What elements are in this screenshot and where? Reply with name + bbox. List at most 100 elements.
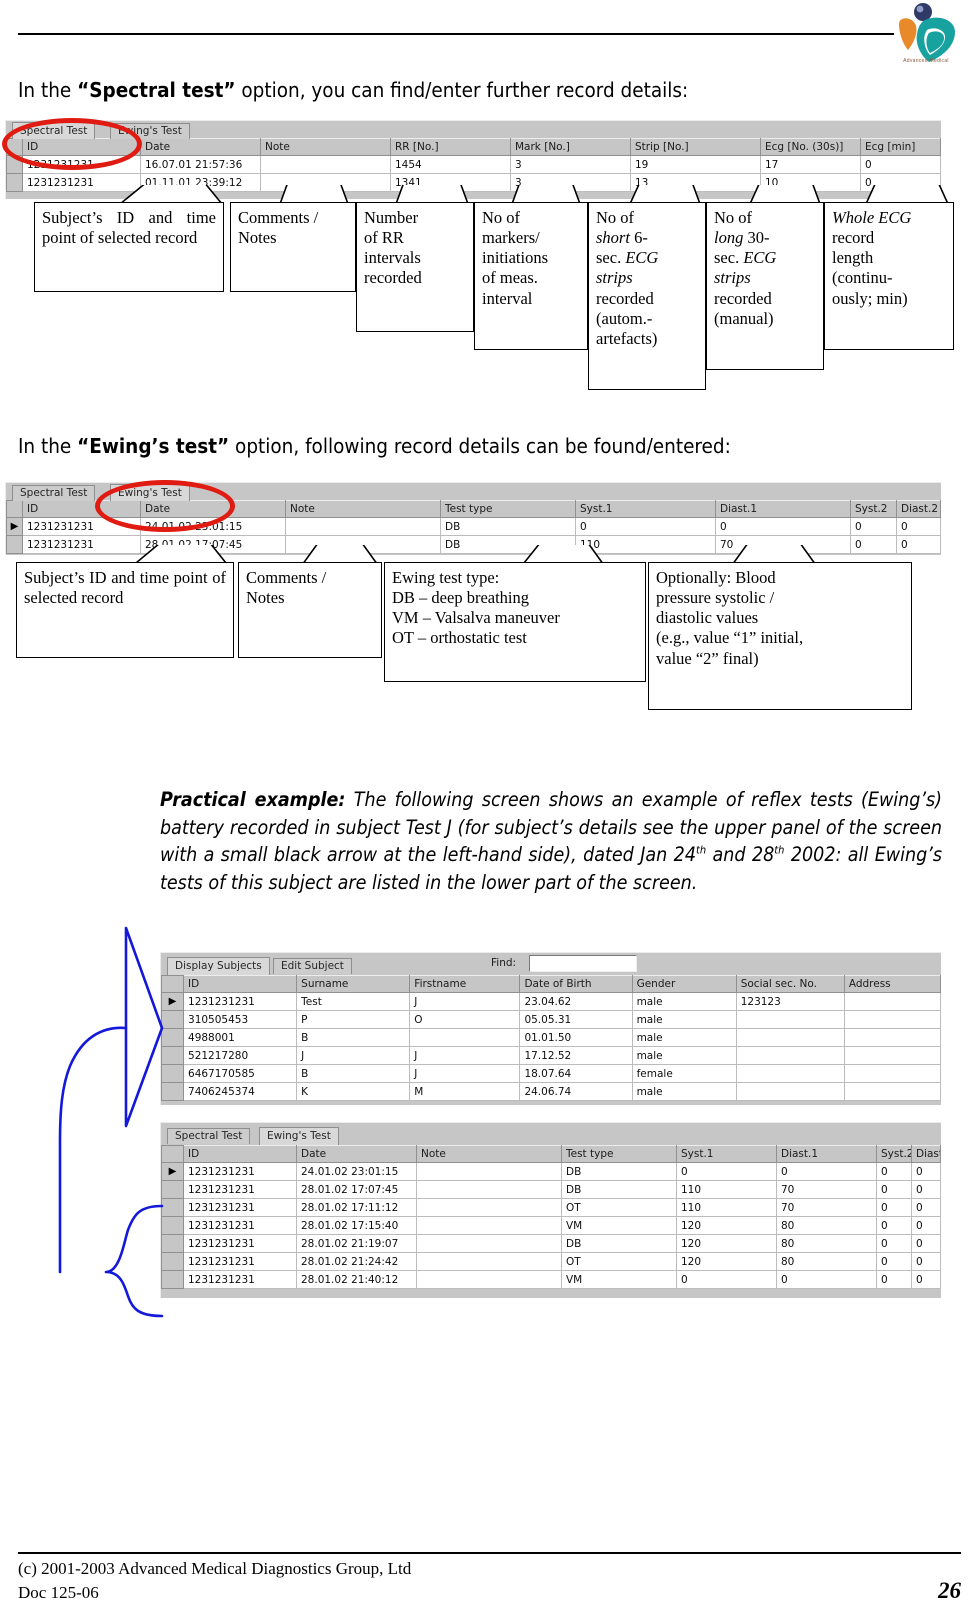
col-note[interactable]: Note (260, 138, 391, 156)
cell-dob[interactable]: 23.04.62 (519, 992, 633, 1011)
cell-id[interactable]: 1231231231 (183, 1234, 297, 1253)
cell-syst2[interactable]: 0 (850, 517, 897, 536)
cell-surname[interactable]: Test (296, 992, 411, 1011)
row-selector[interactable] (161, 1082, 185, 1101)
cell-ssn[interactable] (735, 1082, 845, 1101)
col-id[interactable]: ID (183, 1145, 297, 1163)
cell-id[interactable]: 1231231231 (22, 535, 141, 554)
cell-date[interactable]: 28.01.02 21:40:12 (296, 1270, 417, 1289)
cell-rr[interactable]: 1454 (390, 155, 511, 174)
cell-note[interactable] (285, 535, 441, 554)
cell-diast1[interactable]: 70 (715, 535, 851, 554)
cell-firstname[interactable]: J (409, 1046, 521, 1065)
cell-note[interactable] (260, 155, 391, 174)
cell-id[interactable]: 7406245374 (183, 1082, 298, 1101)
tab-display-subjects[interactable]: Display Subjects (167, 957, 270, 975)
cell-mark[interactable]: 3 (510, 155, 631, 174)
col-firstname[interactable]: Firstname (409, 975, 521, 993)
cell-diast1[interactable]: 70 (776, 1180, 877, 1199)
cell-gender[interactable]: female (631, 1064, 737, 1083)
cell-address[interactable] (843, 1082, 941, 1101)
cell-syst2[interactable]: 0 (876, 1252, 912, 1271)
cell-syst2[interactable]: 0 (850, 535, 897, 554)
cell-id[interactable]: 1231231231 (183, 1270, 297, 1289)
row-selector[interactable] (161, 1198, 184, 1217)
cell-syst1[interactable]: 0 (676, 1270, 777, 1289)
table-row[interactable]: 1231231231 28.01.02 17:11:12 OT 110 70 0… (161, 1198, 941, 1217)
cell-date[interactable]: 24.01.02 23:01:15 (296, 1162, 417, 1181)
tests-grid[interactable]: ID Date Note Test type Syst.1 Diast.1 Sy… (161, 1145, 941, 1289)
col-syst1[interactable]: Syst.1 (575, 500, 716, 518)
cell-address[interactable] (843, 1028, 941, 1047)
table-row[interactable]: 310505453 P O 05.05.31 male (161, 1010, 941, 1029)
cell-diast1[interactable]: 80 (776, 1252, 877, 1271)
cell-surname[interactable]: B (296, 1028, 411, 1047)
cell-gender[interactable]: male (631, 1082, 737, 1101)
cell-gender[interactable]: male (631, 1010, 737, 1029)
row-selector[interactable] (6, 173, 23, 192)
table-row[interactable]: 1231231231 01.11.01 23:39:12 1341 3 13 1… (6, 173, 941, 192)
cell-ecg-min[interactable]: 0 (860, 173, 941, 192)
cell-syst2[interactable]: 0 (876, 1234, 912, 1253)
col-test-type[interactable]: Test type (561, 1145, 677, 1163)
cell-diast2[interactable]: 0 (911, 1162, 941, 1181)
cell-syst1[interactable]: 120 (676, 1234, 777, 1253)
col-surname[interactable]: Surname (296, 975, 411, 993)
cell-date[interactable]: 28.01.02 17:11:12 (296, 1198, 417, 1217)
table-row[interactable]: 1231231231 28.01.02 21:19:07 DB 120 80 0… (161, 1234, 941, 1253)
cell-dob[interactable]: 17.12.52 (519, 1046, 633, 1065)
col-ecg-no[interactable]: Ecg [No. (30s)] (760, 138, 861, 156)
row-selector[interactable] (161, 1046, 185, 1065)
cell-gender[interactable]: male (631, 1028, 737, 1047)
cell-test-type[interactable]: DB (561, 1234, 677, 1253)
cell-strip[interactable]: 13 (630, 173, 761, 192)
cell-test-type[interactable]: VM (561, 1216, 677, 1235)
table-row[interactable]: 1231231231 28.01.02 21:24:42 OT 120 80 0… (161, 1252, 941, 1271)
cell-dob[interactable]: 05.05.31 (519, 1010, 633, 1029)
col-test-type[interactable]: Test type (440, 500, 576, 518)
cell-id[interactable]: 6467170585 (183, 1064, 298, 1083)
cell-date[interactable]: 28.01.02 21:24:42 (296, 1252, 417, 1271)
tab-spectral-test[interactable]: Spectral Test (167, 1128, 251, 1144)
cell-address[interactable] (843, 1046, 941, 1065)
cell-syst1[interactable]: 0 (676, 1162, 777, 1181)
cell-id[interactable]: 1231231231 (22, 173, 141, 192)
cell-note[interactable] (285, 517, 441, 536)
cell-note[interactable] (416, 1198, 562, 1217)
cell-diast2[interactable]: 0 (911, 1180, 941, 1199)
col-diast2[interactable]: Diast.2 (911, 1145, 941, 1163)
cell-dob[interactable]: 24.06.74 (519, 1082, 633, 1101)
cell-id[interactable]: 1231231231 (183, 1216, 297, 1235)
cell-date[interactable]: 28.01.02 21:19:07 (296, 1234, 417, 1253)
col-syst2[interactable]: Syst.2 (876, 1145, 912, 1163)
cell-rr[interactable]: 1341 (390, 173, 511, 192)
cell-id[interactable]: 310505453 (183, 1010, 298, 1029)
table-row[interactable]: 521217280 J J 17.12.52 male (161, 1046, 941, 1065)
col-gender[interactable]: Gender (631, 975, 737, 993)
spectral-records-grid[interactable]: ID Date Note RR [No.] Mark [No.] Strip [… (6, 138, 941, 192)
cell-syst2[interactable]: 0 (876, 1198, 912, 1217)
col-syst1[interactable]: Syst.1 (676, 1145, 777, 1163)
tab-ewings-test[interactable]: Ewing's Test (259, 1127, 339, 1145)
table-row[interactable]: ▶ 1231231231 Test J 23.04.62 male 123123 (161, 992, 941, 1011)
cell-diast2[interactable]: 0 (911, 1270, 941, 1289)
cell-test-type[interactable]: DB (440, 535, 576, 554)
cell-syst2[interactable]: 0 (876, 1180, 912, 1199)
cell-syst2[interactable]: 0 (876, 1162, 912, 1181)
cell-syst2[interactable]: 0 (876, 1216, 912, 1235)
row-selector[interactable] (161, 1234, 184, 1253)
cell-syst2[interactable]: 0 (876, 1270, 912, 1289)
table-row[interactable]: 6467170585 B J 18.07.64 female (161, 1064, 941, 1083)
cell-id[interactable]: 1231231231 (183, 1198, 297, 1217)
row-selector[interactable] (161, 1180, 184, 1199)
table-row[interactable]: 1231231231 28.01.02 17:07:45 DB 110 70 0… (161, 1180, 941, 1199)
cell-diast2[interactable]: 0 (911, 1234, 941, 1253)
cell-address[interactable] (843, 1064, 941, 1083)
row-selector[interactable]: ▶ (6, 517, 23, 536)
cell-date[interactable]: 16.07.01 21:57:36 (140, 155, 261, 174)
col-note[interactable]: Note (416, 1145, 562, 1163)
tab-edit-subject[interactable]: Edit Subject (273, 958, 352, 974)
table-row[interactable]: ▶ 1231231231 24.01.02 23:01:15 DB 0 0 0 … (161, 1162, 941, 1181)
cell-firstname[interactable]: O (409, 1010, 521, 1029)
row-selector[interactable] (161, 1028, 185, 1047)
